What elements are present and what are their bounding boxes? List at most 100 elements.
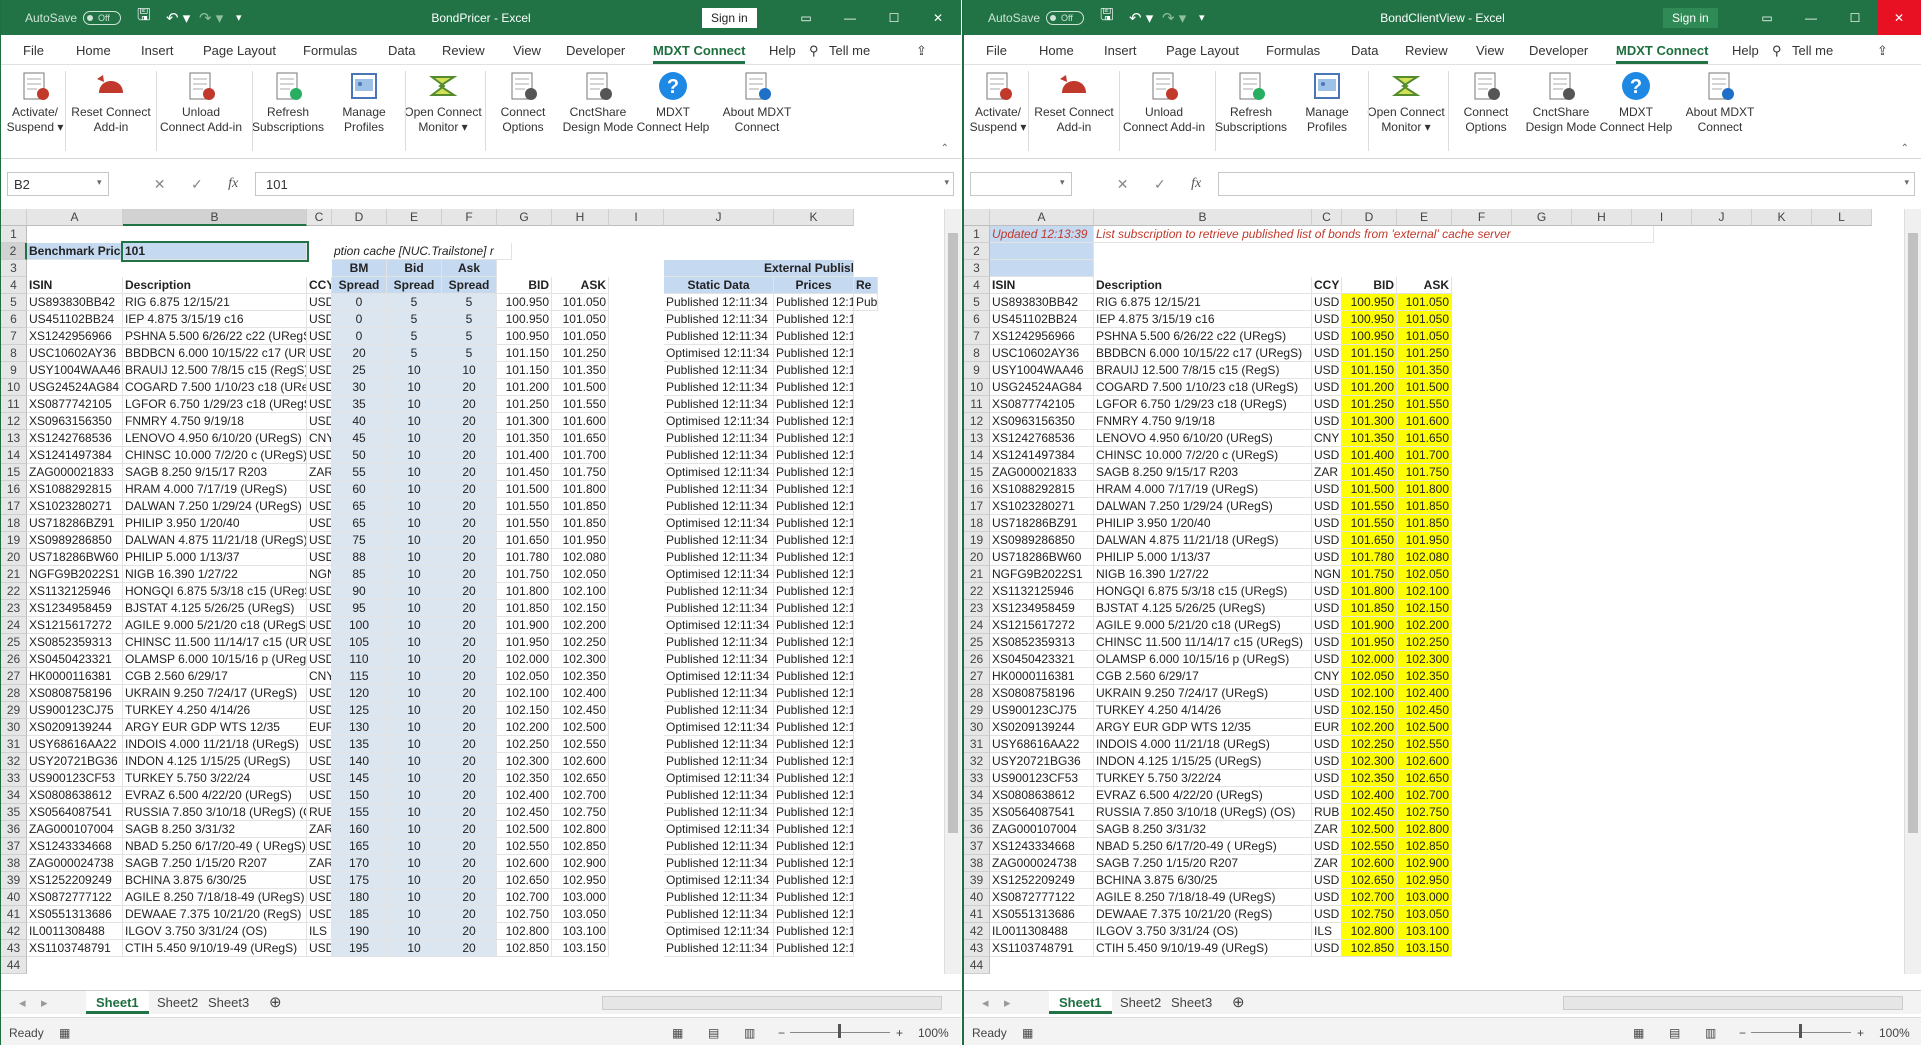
isin-cell[interactable]: XS1241497384 bbox=[990, 447, 1094, 464]
ask-spread-cell[interactable]: 20 bbox=[442, 464, 497, 481]
description-cell[interactable]: SAGB 7.250 1/15/20 R207 bbox=[1094, 855, 1312, 872]
row-header[interactable]: 21 bbox=[1, 566, 27, 583]
prices-cell[interactable]: Published 12:13:39 bbox=[774, 328, 854, 345]
ccy-cell[interactable]: USD bbox=[1312, 396, 1342, 413]
prices-cell[interactable]: Published 12:13:39 bbox=[774, 923, 854, 940]
bid-cell[interactable]: 101.650 bbox=[1342, 532, 1397, 549]
ask-cell[interactable]: 101.850 bbox=[1397, 515, 1452, 532]
isin-cell[interactable]: XS0564087541 bbox=[27, 804, 123, 821]
bid-spread-cell[interactable]: 10 bbox=[387, 923, 442, 940]
row-header[interactable]: 44 bbox=[964, 957, 990, 974]
bid-cell[interactable]: 101.850 bbox=[1342, 600, 1397, 617]
name-box[interactable] bbox=[970, 172, 1072, 196]
select-all-corner[interactable] bbox=[964, 209, 990, 226]
ask-cell[interactable]: 102.250 bbox=[1397, 634, 1452, 651]
description-cell[interactable]: ILGOV 3.750 3/31/24 (OS) bbox=[123, 923, 307, 940]
ask-cell[interactable]: 103.050 bbox=[1397, 906, 1452, 923]
ccy-cell[interactable]: ZAR bbox=[307, 855, 332, 872]
description-cell[interactable]: SAGB 8.250 9/15/17 R203 bbox=[1094, 464, 1312, 481]
ask-spread-cell[interactable]: 20 bbox=[442, 600, 497, 617]
ccy-cell[interactable]: USD bbox=[1312, 583, 1342, 600]
bid-cell[interactable]: 101.780 bbox=[497, 549, 552, 566]
row-header[interactable]: 5 bbox=[1, 294, 27, 311]
bid-cell[interactable]: 102.600 bbox=[1342, 855, 1397, 872]
row-header[interactable]: 20 bbox=[1, 549, 27, 566]
header-spread[interactable]: Spread bbox=[332, 277, 387, 294]
ask-cell[interactable]: 102.600 bbox=[552, 753, 609, 770]
isin-cell[interactable]: XS0872777122 bbox=[990, 889, 1094, 906]
header-bid-spread[interactable]: Bid bbox=[387, 260, 442, 277]
bid-cell[interactable]: 100.950 bbox=[497, 311, 552, 328]
description-cell[interactable]: TURKEY 4.250 4/14/26 bbox=[1094, 702, 1312, 719]
vertical-scrollbar[interactable] bbox=[1904, 209, 1921, 974]
customize-qat-icon[interactable]: ▾ bbox=[236, 0, 242, 35]
minimize-icon[interactable]: — bbox=[1789, 0, 1833, 35]
cancel-icon[interactable]: ✕ bbox=[1117, 176, 1129, 193]
description-cell[interactable]: UKRAIN 9.250 7/24/17 (URegS) bbox=[123, 685, 307, 702]
share-icon[interactable]: ⇪ bbox=[916, 43, 927, 59]
row-header[interactable]: 29 bbox=[1, 702, 27, 719]
ccy-cell[interactable]: USD bbox=[307, 311, 332, 328]
ask-spread-cell[interactable]: 20 bbox=[442, 566, 497, 583]
bid-spread-cell[interactable]: 10 bbox=[387, 668, 442, 685]
prices-cell[interactable]: Published 12:13:39 bbox=[774, 770, 854, 787]
description-cell[interactable]: INDOIS 4.000 11/21/18 (URegS) bbox=[123, 736, 307, 753]
ask-spread-cell[interactable]: 20 bbox=[442, 770, 497, 787]
bm-spread-cell[interactable]: 20 bbox=[332, 345, 387, 362]
bid-cell[interactable]: 101.500 bbox=[1342, 481, 1397, 498]
ccy-cell[interactable]: USD bbox=[1312, 634, 1342, 651]
ask-spread-cell[interactable]: 20 bbox=[442, 821, 497, 838]
ask-spread-cell[interactable]: 20 bbox=[442, 549, 497, 566]
isin-cell[interactable]: US893830BB42 bbox=[27, 294, 123, 311]
ask-cell[interactable]: 102.850 bbox=[1397, 838, 1452, 855]
isin-cell[interactable]: XS0963156350 bbox=[990, 413, 1094, 430]
static-data-cell[interactable]: Published 12:11:34 bbox=[664, 447, 774, 464]
bid-spread-cell[interactable]: 10 bbox=[387, 906, 442, 923]
about-button[interactable]: About MDXT Connect bbox=[1680, 69, 1760, 135]
bid-cell[interactable]: 102.550 bbox=[497, 838, 552, 855]
bm-spread-cell[interactable]: 55 bbox=[332, 464, 387, 481]
ask-spread-cell[interactable]: 20 bbox=[442, 736, 497, 753]
ask-cell[interactable]: 102.080 bbox=[1397, 549, 1452, 566]
bid-cell[interactable]: 102.700 bbox=[1342, 889, 1397, 906]
static-data-cell[interactable]: Published 12:11:34 bbox=[664, 889, 774, 906]
row-header[interactable]: 40 bbox=[964, 889, 990, 906]
ask-spread-cell[interactable]: 20 bbox=[442, 515, 497, 532]
bid-spread-cell[interactable]: 10 bbox=[387, 447, 442, 464]
row-header[interactable]: 19 bbox=[964, 532, 990, 549]
isin-cell[interactable]: XS0989286850 bbox=[27, 532, 123, 549]
ccy-cell[interactable]: USD bbox=[1312, 515, 1342, 532]
bid-spread-cell[interactable]: 10 bbox=[387, 583, 442, 600]
ask-spread-cell[interactable]: 10 bbox=[442, 362, 497, 379]
ask-spread-cell[interactable]: 20 bbox=[442, 617, 497, 634]
bid-cell[interactable]: 101.900 bbox=[497, 617, 552, 634]
namebox-dropdown-icon[interactable]: ▾ bbox=[97, 177, 102, 188]
static-data-cell[interactable]: Published 12:11:34 bbox=[664, 685, 774, 702]
ccy-cell[interactable]: USD bbox=[1312, 413, 1342, 430]
description-cell[interactable]: NBAD 5.250 6/17/20-49 ( URegS) bbox=[1094, 838, 1312, 855]
bm-spread-cell[interactable]: 45 bbox=[332, 430, 387, 447]
bid-cell[interactable]: 102.150 bbox=[497, 702, 552, 719]
static-data-cell[interactable]: Published 12:11:34 bbox=[664, 379, 774, 396]
bid-cell[interactable]: 100.950 bbox=[497, 328, 552, 345]
horizontal-scrollbar[interactable] bbox=[1563, 996, 1903, 1010]
bid-cell[interactable]: 102.000 bbox=[1342, 651, 1397, 668]
row-header[interactable]: 21 bbox=[964, 566, 990, 583]
column-header-d[interactable]: D bbox=[1342, 209, 1397, 226]
description-cell[interactable]: PHILIP 5.000 1/13/37 bbox=[1094, 549, 1312, 566]
row-header[interactable]: 15 bbox=[1, 464, 27, 481]
row-header[interactable]: 10 bbox=[964, 379, 990, 396]
ccy-cell[interactable]: USD bbox=[1312, 838, 1342, 855]
description-cell[interactable]: ARGY EUR GDP WTS 12/35 bbox=[123, 719, 307, 736]
ask-cell[interactable]: 102.100 bbox=[552, 583, 609, 600]
bid-cell[interactable]: 102.550 bbox=[1342, 838, 1397, 855]
description-cell[interactable]: ARGY EUR GDP WTS 12/35 bbox=[1094, 719, 1312, 736]
ccy-cell[interactable]: USD bbox=[307, 889, 332, 906]
prices-cell[interactable]: Published 12:13:39 bbox=[774, 736, 854, 753]
ccy-cell[interactable]: USD bbox=[307, 328, 332, 345]
bid-spread-cell[interactable]: 10 bbox=[387, 872, 442, 889]
bid-cell[interactable]: 101.750 bbox=[1342, 566, 1397, 583]
isin-cell[interactable]: XS1242768536 bbox=[990, 430, 1094, 447]
row-header[interactable]: 7 bbox=[964, 328, 990, 345]
isin-cell[interactable]: NGFG9B2022S1 bbox=[27, 566, 123, 583]
